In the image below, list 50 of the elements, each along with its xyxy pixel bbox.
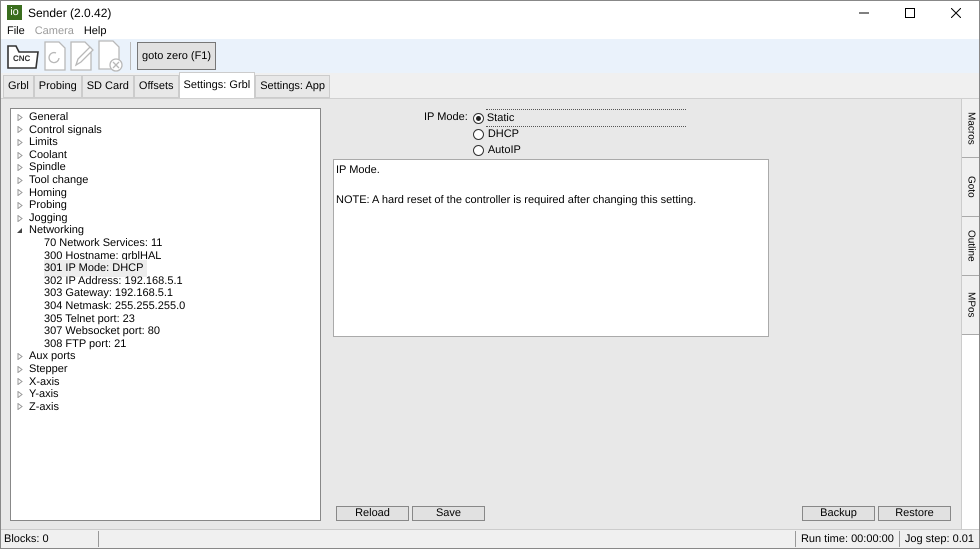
- menu-item[interactable]: Help: [84, 23, 106, 40]
- side-tab[interactable]: Macros: [962, 99, 979, 158]
- radio-button[interactable]: [472, 128, 484, 140]
- collapsed-arrow-icon[interactable]: [17, 176, 23, 184]
- side-tab[interactable]: Goto: [962, 158, 979, 217]
- collapsed-arrow-icon[interactable]: [17, 189, 23, 196]
- collapsed-arrow-icon[interactable]: [17, 366, 23, 373]
- tab[interactable]: SD Card: [82, 75, 134, 98]
- collapsed-arrow-icon[interactable]: [17, 152, 23, 159]
- collapsed-arrow-icon[interactable]: [17, 403, 23, 410]
- collapsed-arrow-icon[interactable]: [17, 114, 23, 121]
- collapsed-arrow-icon[interactable]: [17, 126, 23, 134]
- expanded-arrow-icon[interactable]: [17, 227, 23, 234]
- radio-label[interactable]: DHCP: [486, 126, 519, 142]
- tab[interactable]: Settings: App: [255, 75, 330, 98]
- goto-zero-button[interactable]: goto zero (F1): [137, 42, 216, 70]
- status-text: Run time: 00:00:00: [794, 530, 899, 548]
- collapsed-arrow-icon[interactable]: [17, 353, 23, 360]
- collapsed-arrow-icon[interactable]: [17, 390, 23, 398]
- radio-button[interactable]: [472, 144, 484, 156]
- tab[interactable]: Grbl: [3, 75, 34, 98]
- app-logo: io: [7, 5, 22, 20]
- setting-label: IP Mode:: [424, 110, 468, 125]
- window-title: Sender (2.0.42): [28, 4, 112, 22]
- side-tab[interactable]: MPos: [962, 276, 979, 335]
- description-text: IP Mode.: [336, 163, 381, 178]
- status-text: Blocks: 0: [1, 530, 99, 548]
- radio-label[interactable]: Static: [486, 108, 686, 128]
- collapsed-arrow-icon[interactable]: [17, 214, 23, 222]
- menu-item[interactable]: File: [7, 23, 25, 40]
- collapsed-arrow-icon[interactable]: [17, 202, 23, 209]
- collapsed-arrow-icon[interactable]: [17, 378, 23, 386]
- collapsed-arrow-icon[interactable]: [17, 164, 23, 172]
- folder-label: CNC: [13, 55, 30, 63]
- side-tab[interactable]: Outline: [962, 217, 979, 276]
- action-button[interactable]: Backup: [802, 506, 875, 521]
- action-button[interactable]: Reload: [336, 506, 409, 521]
- close-icon: [951, 8, 961, 18]
- action-button[interactable]: Restore: [878, 506, 951, 521]
- status-text: Jog step: 0.01: [898, 530, 979, 548]
- radio-label[interactable]: AutoIP: [486, 142, 521, 158]
- tab[interactable]: Settings: Grbl: [178, 72, 256, 98]
- description-text: NOTE: A hard reset of the controller is required after changing this setting.: [336, 192, 698, 208]
- radio-button[interactable]: [472, 112, 484, 124]
- tree-item[interactable]: 301 IP Mode: DHCP: [44, 260, 148, 277]
- tab[interactable]: Probing: [34, 75, 82, 98]
- tab[interactable]: Offsets: [134, 75, 179, 98]
- collapsed-arrow-icon[interactable]: [17, 138, 23, 146]
- action-button[interactable]: Save: [412, 506, 485, 521]
- maximize-icon: [905, 8, 915, 18]
